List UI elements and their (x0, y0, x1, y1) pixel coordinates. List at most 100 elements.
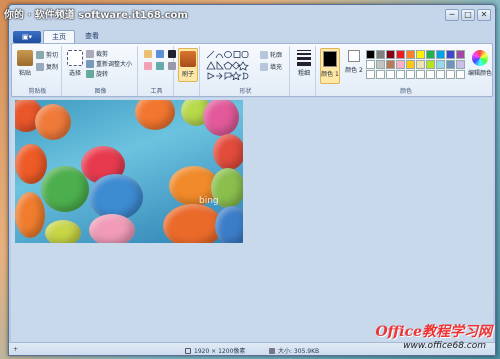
color-swatch[interactable] (366, 70, 375, 79)
watermark-top: 你的 · 软件频道 software.it168.com (4, 10, 188, 21)
text-icon[interactable] (168, 50, 176, 58)
color-swatch[interactable] (376, 70, 385, 79)
color-swatch[interactable] (406, 50, 415, 59)
eraser-icon[interactable] (144, 62, 152, 70)
scissors-icon (36, 50, 44, 59)
color-swatch[interactable] (436, 60, 445, 69)
shapes-label: 形状 (239, 88, 252, 95)
select-icon (67, 50, 83, 66)
color-swatch[interactable] (416, 60, 425, 69)
select-button[interactable]: 选择 (66, 50, 84, 77)
pencil-icon[interactable] (144, 50, 152, 58)
color-swatch[interactable] (406, 60, 415, 69)
shapes-gallery[interactable] (206, 50, 258, 80)
size-group: 粗细 (292, 46, 316, 96)
colors-label: 颜色 (399, 88, 412, 95)
canvas-area[interactable]: bing (11, 98, 493, 342)
color-swatch[interactable] (376, 60, 385, 69)
color-swatch[interactable] (456, 50, 465, 59)
rotate-button[interactable]: 旋转 (86, 69, 108, 78)
clipboard-group: 粘贴 剪切 复制 剪贴板 (14, 46, 62, 96)
tab-view[interactable]: 查看 (77, 30, 107, 43)
color-swatch[interactable] (416, 70, 425, 79)
color-swatch[interactable] (446, 60, 455, 69)
paste-button[interactable]: 粘贴 (16, 50, 34, 77)
dimensions-icon (185, 347, 191, 354)
crop-button[interactable]: 裁剪 (86, 49, 108, 58)
fill-button[interactable]: 填充 (260, 62, 282, 71)
window-controls: ─ □ ✕ (445, 9, 491, 21)
clipboard-icon (17, 50, 33, 66)
color1-button[interactable]: 颜色 1 (320, 48, 340, 84)
minimize-button[interactable]: ─ (445, 9, 459, 21)
image-group: 选择 裁剪 重新调整大小 旋转 图像 (64, 46, 138, 96)
fill-bucket-icon[interactable] (156, 50, 164, 58)
magnifier-icon[interactable] (168, 62, 176, 70)
brushes-group: 刷子 (176, 46, 200, 96)
color2-button[interactable]: 颜色 2 (344, 50, 364, 74)
color-swatch[interactable] (396, 70, 405, 79)
clipboard-label: 剪贴板 (28, 88, 47, 95)
fill-icon (260, 62, 268, 71)
color-swatch[interactable] (426, 60, 435, 69)
cut-button[interactable]: 剪切 (36, 50, 58, 59)
colors-group: 颜色 1 颜色 2 编辑颜色 颜色 (318, 46, 494, 96)
image-label: 图像 (94, 88, 107, 95)
color-swatch[interactable] (386, 60, 395, 69)
color-swatch[interactable] (386, 50, 395, 59)
color-swatch[interactable] (416, 50, 425, 59)
close-button[interactable]: ✕ (477, 9, 491, 21)
crop-icon (86, 49, 94, 58)
color2-swatch (348, 50, 360, 62)
tools-group: 工具 (140, 46, 176, 96)
color-swatch[interactable] (436, 50, 445, 59)
ribbon: 粘贴 剪切 复制 剪贴板 选择 裁剪 重新调整大小 旋转 图像 工具 刷子 轮廓… (11, 43, 493, 97)
paint-menu-button[interactable]: ▣▾ (13, 31, 41, 43)
watermark-brand-text: Office教程学习网 (375, 324, 492, 340)
color-swatch[interactable] (446, 70, 455, 79)
edit-colors-button[interactable]: 编辑颜色 (468, 50, 492, 77)
paint-window: ─ □ ✕ ▣▾ 主页 查看 粘贴 剪切 复制 剪贴板 选择 裁剪 重新调整大小… (8, 4, 496, 356)
copy-button[interactable]: 复制 (36, 62, 58, 71)
color-swatch[interactable] (366, 60, 375, 69)
color-swatch[interactable] (386, 70, 395, 79)
color-swatch[interactable] (366, 50, 375, 59)
color-swatch[interactable] (436, 70, 445, 79)
color-picker-icon[interactable] (156, 62, 164, 70)
resize-icon (86, 59, 94, 68)
brushes-button[interactable]: 刷子 (178, 48, 198, 82)
color-swatch[interactable] (456, 70, 465, 79)
color-swatch[interactable] (426, 50, 435, 59)
shapes-group: 轮廓 填充 形状 (202, 46, 290, 96)
line-width-icon (297, 50, 311, 66)
image-dimensions: 1920 × 1200像素 (185, 346, 245, 355)
copy-icon (36, 62, 44, 71)
color-swatch[interactable] (456, 60, 465, 69)
crosshair-icon: + (13, 346, 19, 353)
bing-logo: bing (199, 196, 219, 206)
tools-label: 工具 (150, 88, 163, 95)
disk-icon (269, 347, 275, 354)
outline-icon (260, 50, 268, 59)
ribbon-tabs: ▣▾ 主页 查看 (13, 29, 107, 43)
file-size: 大小: 305.9KB (269, 346, 319, 355)
color-swatch[interactable] (376, 50, 385, 59)
outline-button[interactable]: 轮廓 (260, 50, 282, 59)
color-swatch[interactable] (396, 50, 405, 59)
brush-icon (180, 51, 196, 67)
cursor-position: + (13, 346, 18, 353)
color-swatch[interactable] (396, 60, 405, 69)
canvas-image[interactable]: bing (15, 100, 243, 243)
watermark-brand: Office教程学习网 www.office68.com (372, 321, 492, 357)
resize-button[interactable]: 重新调整大小 (86, 59, 132, 68)
color1-swatch (323, 51, 337, 67)
color-swatch[interactable] (446, 50, 455, 59)
watermark-url: www.office68.com (403, 341, 486, 351)
color-swatch[interactable] (406, 70, 415, 79)
color-swatch[interactable] (426, 70, 435, 79)
color-wheel-icon (472, 50, 488, 66)
tab-home[interactable]: 主页 (43, 30, 75, 43)
maximize-button[interactable]: □ (461, 9, 475, 21)
color-palette (366, 50, 465, 79)
size-button[interactable]: 粗细 (294, 50, 314, 77)
